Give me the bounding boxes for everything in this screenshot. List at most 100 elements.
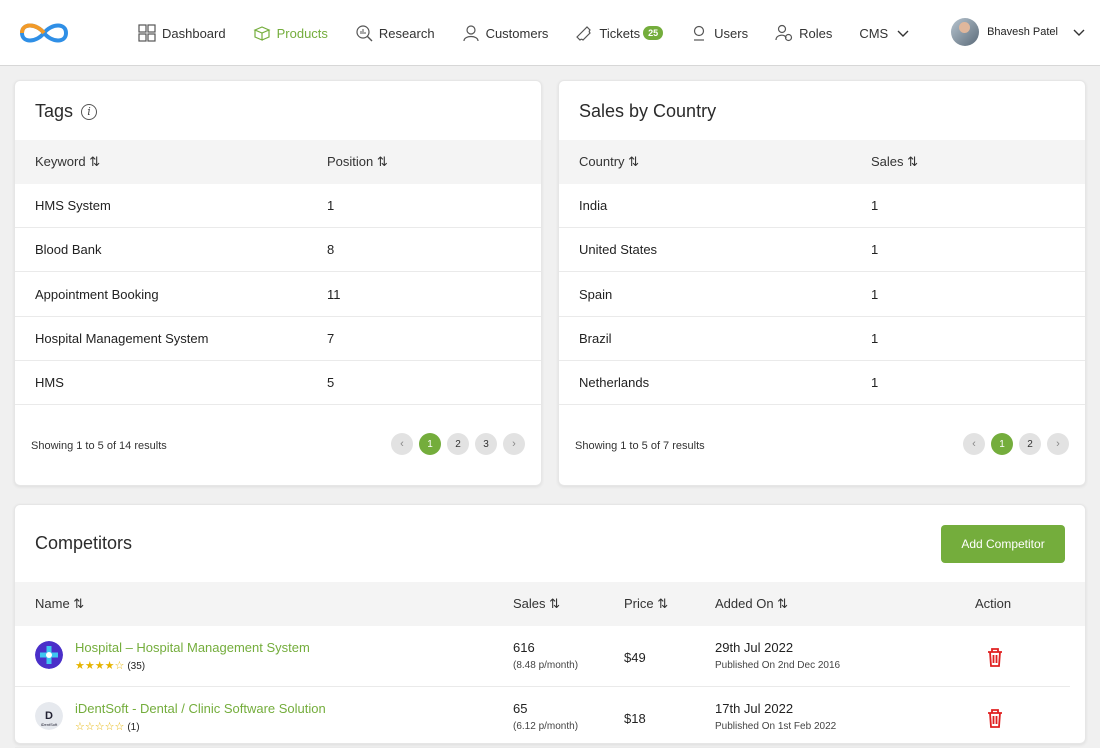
sales-cell: 1 [871, 242, 879, 257]
sales-cell: 1 [871, 287, 879, 302]
published-on-date: Published On 1st Feb 2022 [715, 721, 837, 732]
country-cell: Brazil [579, 331, 612, 346]
nav-research[interactable]: Research [355, 24, 435, 42]
box-icon [253, 26, 271, 41]
keyword-cell: Hospital Management System [35, 331, 209, 346]
nav-roles[interactable]: Roles [775, 24, 832, 42]
country-cell: Netherlands [579, 375, 650, 390]
table-row: HMS 5 [15, 361, 541, 405]
prev-page-button[interactable]: ‹ [391, 433, 413, 455]
roles-icon [775, 24, 793, 42]
main-nav: Dashboard Products Research Customers Ti… [138, 0, 939, 66]
rating-stars: ☆☆☆☆☆ (1) [75, 720, 140, 733]
nav-tickets-label: Tickets [599, 25, 641, 41]
sales-column-header[interactable]: Sales ⇅ [871, 154, 918, 170]
ticket-icon [576, 26, 592, 41]
nav-customers[interactable]: Customers [462, 24, 549, 42]
competitor-name-link[interactable]: iDentSoft - Dental / Clinic Software Sol… [75, 701, 326, 716]
price-value: $49 [624, 650, 646, 665]
infinity-logo-icon[interactable] [14, 18, 74, 48]
page-3-button[interactable]: 3 [475, 433, 497, 455]
tickets-count-badge: 25 [643, 26, 664, 40]
users-icon [694, 25, 705, 41]
next-page-button[interactable]: › [1047, 433, 1069, 455]
position-column-header[interactable]: Position ⇅ [327, 154, 388, 170]
nav-dashboard[interactable]: Dashboard [138, 24, 226, 42]
delete-trash-icon[interactable] [985, 707, 1005, 729]
tags-title: Tags i [35, 101, 98, 122]
competitor-name-link[interactable]: Hospital – Hospital Management System [75, 640, 310, 655]
delete-trash-icon[interactable] [985, 646, 1005, 668]
sales-table-header: Country ⇅ Sales ⇅ [559, 140, 1085, 184]
keyword-column-header[interactable]: Keyword ⇅ [35, 154, 100, 170]
nav-tickets[interactable]: Tickets 25 [575, 24, 664, 42]
add-competitor-button[interactable]: Add Competitor [941, 525, 1065, 563]
page-1-button[interactable]: 1 [991, 433, 1013, 455]
keyword-cell: Appointment Booking [35, 287, 159, 302]
sales-by-country-card: Sales by Country Country ⇅ Sales ⇅ India… [558, 80, 1086, 486]
position-cell: 5 [327, 375, 335, 390]
prev-page-button[interactable]: ‹ [963, 433, 985, 455]
info-icon[interactable]: i [81, 103, 98, 120]
added-on-date: 17th Jul 2022 [715, 701, 794, 716]
table-row: Blood Bank 8 [15, 228, 541, 272]
chevron-down-icon [897, 30, 909, 37]
nav-cms-label: CMS [859, 25, 889, 41]
table-row: Hospital Management System 7 [15, 317, 541, 361]
added-on-column-header[interactable]: Added On ⇅ [715, 596, 788, 612]
nav-dashboard-label: Dashboard [162, 25, 226, 41]
svg-text:D: D [45, 710, 53, 722]
tags-pagination: ‹ 1 2 3 › [391, 433, 525, 455]
position-cell: 1 [327, 198, 335, 213]
page-2-button[interactable]: 2 [447, 433, 469, 455]
country-cell: Spain [579, 287, 613, 302]
position-cell: 11 [327, 287, 341, 302]
sales-cell: 1 [871, 375, 879, 390]
tags-title-text: Tags [35, 101, 74, 121]
tags-card: Tags i Keyword ⇅ Position ⇅ HMS System 1… [14, 80, 542, 486]
sales-cell: 1 [871, 331, 879, 346]
top-navbar: Dashboard Products Research Customers Ti… [0, 0, 1100, 66]
tags-results-summary: Showing 1 to 5 of 14 results [31, 440, 167, 452]
nav-users[interactable]: Users [690, 24, 748, 42]
keyword-cell: HMS System [35, 198, 111, 213]
nav-roles-label: Roles [799, 25, 833, 41]
rating-count: (1) [127, 722, 140, 733]
page-1-button[interactable]: 1 [419, 433, 441, 455]
rating-count: (35) [127, 661, 146, 672]
sales-per-month: (6.12 p/month) [513, 721, 579, 732]
next-page-button[interactable]: › [503, 433, 525, 455]
competitors-title-text: Competitors [35, 533, 133, 553]
country-column-header[interactable]: Country ⇅ [579, 154, 639, 170]
action-column-header: Action [975, 596, 1012, 611]
sales-column-header[interactable]: Sales ⇅ [513, 596, 560, 612]
sales-value: 616 [513, 640, 535, 655]
table-row: India 1 [559, 184, 1085, 228]
nav-customers-label: Customers [485, 25, 549, 41]
nav-products[interactable]: Products [253, 24, 328, 42]
price-column-header[interactable]: Price ⇅ [624, 596, 668, 612]
sales-results-summary: Showing 1 to 5 of 7 results [575, 440, 705, 452]
name-column-header[interactable]: Name ⇅ [35, 596, 84, 612]
sales-pagination: ‹ 1 2 › [963, 433, 1069, 455]
hospital-product-logo-icon [35, 641, 63, 669]
table-row: Netherlands 1 [559, 361, 1085, 405]
avatar [951, 18, 980, 46]
user-name: Bhavesh Patel [987, 26, 1058, 38]
table-row: Brazil 1 [559, 317, 1085, 361]
price-value: $18 [624, 711, 646, 726]
table-row: United States 1 [559, 228, 1085, 272]
star-rating-icon: ☆☆☆☆☆ [75, 721, 125, 733]
user-menu[interactable]: Bhavesh Patel [951, 18, 1088, 46]
nav-cms[interactable]: CMS [859, 24, 912, 42]
keyword-cell: Blood Bank [35, 242, 102, 257]
page-2-button[interactable]: 2 [1019, 433, 1041, 455]
svg-text:iDentSoft: iDentSoft [41, 722, 58, 727]
country-cell: India [579, 198, 608, 213]
rating-stars: ★★★★☆ (35) [75, 659, 145, 672]
nav-products-label: Products [276, 25, 328, 41]
table-row: Spain 1 [559, 273, 1085, 317]
dashboard-icon [138, 24, 156, 42]
table-row: Appointment Booking 11 [15, 273, 541, 317]
nav-research-label: Research [378, 25, 435, 41]
